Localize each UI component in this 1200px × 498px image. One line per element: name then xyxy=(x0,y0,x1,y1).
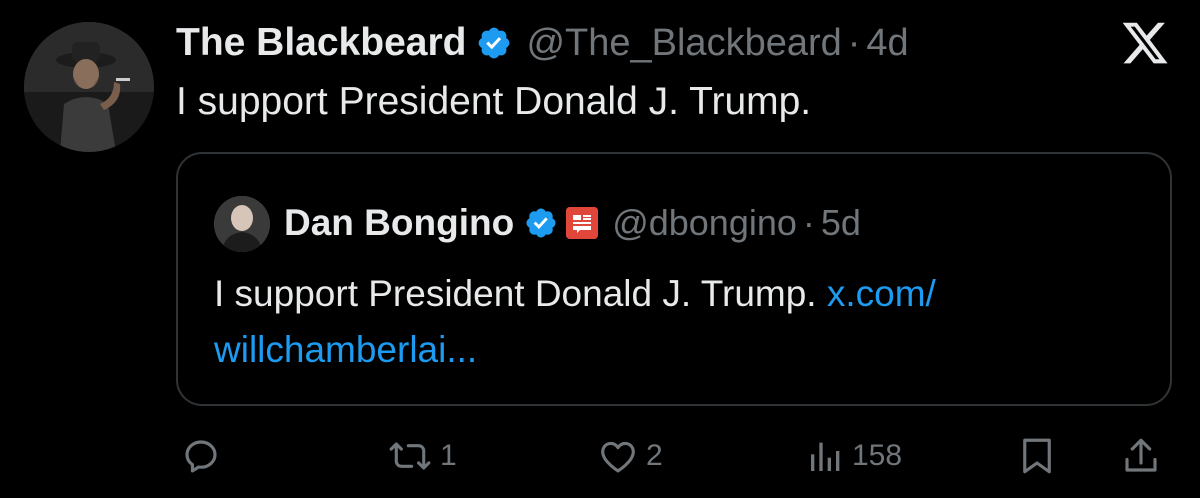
tweet-action-bar: 1 2 158 xyxy=(0,428,1200,484)
verified-badge-icon xyxy=(524,206,558,240)
tweet-timestamp[interactable]: 4d xyxy=(866,22,908,65)
quoted-tweet-body: I support President Donald J. Trump. xyxy=(214,273,827,314)
quoted-tweet-header: Dan Bongino @dbongino · 5d xyxy=(284,200,861,246)
quoted-tweet-card[interactable]: Dan Bongino @dbongino · 5d I support Pre… xyxy=(176,152,1172,406)
x-logo-icon xyxy=(1120,18,1170,68)
verified-badge-icon xyxy=(476,25,512,61)
quoted-tweet-link[interactable]: x.com/ xyxy=(827,273,936,314)
retweet-button[interactable]: 1 xyxy=(386,428,457,484)
views-count: 158 xyxy=(852,439,903,472)
retweet-icon xyxy=(386,435,434,477)
quoted-author-avatar[interactable] xyxy=(214,196,270,252)
author-name[interactable]: The Blackbeard xyxy=(176,21,466,65)
quoted-tweet-link-continued[interactable]: willchamberlai... xyxy=(214,329,477,370)
author-avatar[interactable] xyxy=(24,22,154,152)
bookmark-icon xyxy=(1016,435,1058,477)
quoted-author-handle[interactable]: @dbongino xyxy=(612,202,797,244)
quoted-tweet-text: I support President Donald J. Trump. x.c… xyxy=(214,266,1114,378)
affiliation-badge-icon[interactable] xyxy=(566,207,599,239)
like-count: 2 xyxy=(646,439,663,472)
quoted-author-name[interactable]: Dan Bongino xyxy=(284,202,514,244)
quoted-header-separator: · xyxy=(802,202,815,243)
tweet-text: I support President Donald J. Trump. xyxy=(176,80,812,123)
bookmark-button[interactable] xyxy=(1016,428,1058,484)
reply-icon xyxy=(180,435,222,477)
views-icon xyxy=(806,435,846,477)
quoted-tweet-timestamp[interactable]: 5d xyxy=(821,202,861,244)
header-separator: · xyxy=(847,21,861,64)
reply-button[interactable] xyxy=(180,428,228,484)
retweet-count: 1 xyxy=(440,439,457,472)
author-handle[interactable]: @The_Blackbeard xyxy=(526,22,841,65)
share-icon xyxy=(1120,435,1162,477)
tweet-header: The Blackbeard @The_Blackbeard · 4d xyxy=(176,20,909,66)
share-button[interactable] xyxy=(1120,428,1162,484)
heart-icon xyxy=(596,435,640,477)
like-button[interactable]: 2 xyxy=(596,428,663,484)
views-button[interactable]: 158 xyxy=(806,428,902,484)
